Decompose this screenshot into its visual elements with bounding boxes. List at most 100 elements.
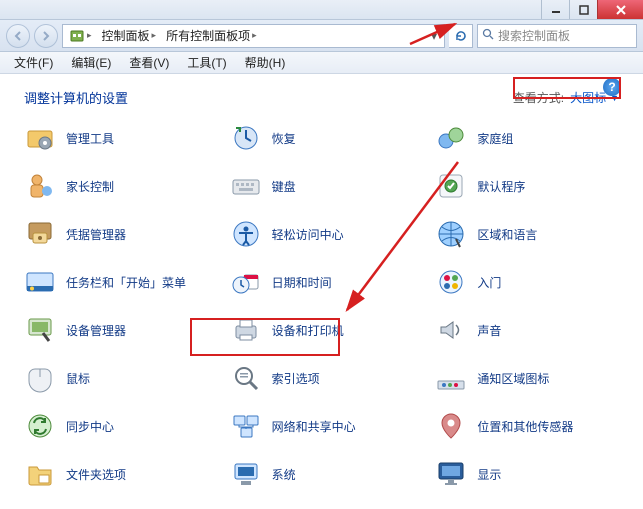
- cp-item-display[interactable]: 显示: [431, 455, 631, 493]
- cp-item-label: 管理工具: [66, 130, 114, 147]
- menu-file[interactable]: 文件(F): [6, 52, 61, 73]
- cp-item-homegroup[interactable]: 家庭组: [431, 119, 631, 157]
- cp-item-indexing[interactable]: 索引选项: [226, 359, 426, 397]
- breadcrumb-icon: ▸: [65, 28, 96, 44]
- cp-item-label: 区域和语言: [477, 226, 537, 243]
- menu-tools[interactable]: 工具(T): [179, 52, 234, 73]
- device-manager-icon: [24, 314, 56, 346]
- location-icon: [435, 410, 467, 442]
- credentials-icon: [24, 218, 56, 250]
- homegroup-icon: [435, 122, 467, 154]
- devices-printers-icon: [230, 314, 262, 346]
- cp-item-label: 声音: [477, 322, 501, 339]
- region-icon: [435, 218, 467, 250]
- content-header: 调整计算机的设置 查看方式: 大图标 ▼: [0, 74, 643, 115]
- cp-item-label: 恢复: [272, 130, 296, 147]
- cp-item-label: 位置和其他传感器: [477, 418, 573, 435]
- cp-item-sync[interactable]: 同步中心: [20, 407, 220, 445]
- cp-item-label: 凭据管理器: [66, 226, 126, 243]
- restore-icon: [230, 122, 262, 154]
- cp-item-label: 系统: [272, 466, 296, 483]
- crumb-0[interactable]: 控制面板▸: [98, 27, 161, 44]
- cp-item-label: 家庭组: [477, 130, 513, 147]
- gear-folder-icon: [24, 122, 56, 154]
- sound-icon: [435, 314, 467, 346]
- cp-item-label: 入门: [477, 274, 501, 291]
- maximize-button[interactable]: [569, 0, 597, 19]
- network-share-icon: [230, 410, 262, 442]
- cp-item-taskbar[interactable]: 任务栏和「开始」菜单: [20, 263, 220, 301]
- cp-item-datetime[interactable]: 日期和时间: [226, 263, 426, 301]
- cp-item-label: 键盘: [272, 178, 296, 195]
- parental-icon: [24, 170, 56, 202]
- crumb-1[interactable]: 所有控制面板项▸: [162, 27, 261, 44]
- search-input[interactable]: 搜索控制面板: [477, 24, 637, 48]
- refresh-button[interactable]: [449, 24, 473, 48]
- menu-view[interactable]: 查看(V): [121, 52, 177, 73]
- cp-item-label: 网络和共享中心: [272, 418, 356, 435]
- cp-item-label: 显示: [477, 466, 501, 483]
- cp-item-mouse[interactable]: 鼠标: [20, 359, 220, 397]
- cp-item-label: 通知区域图标: [477, 370, 549, 387]
- search-placeholder: 搜索控制面板: [498, 27, 570, 44]
- cp-item-devices-printers[interactable]: 设备和打印机: [226, 311, 426, 349]
- menu-edit[interactable]: 编辑(E): [63, 52, 119, 73]
- items-grid: 管理工具 恢复 家庭组家长控制 键盘 默认程序凭据管理器 轻松访问中心 区域和语言任务栏和「…: [0, 115, 643, 509]
- cp-item-region[interactable]: 区域和语言: [431, 215, 631, 253]
- cp-item-label: 任务栏和「开始」菜单: [66, 274, 186, 291]
- cp-item-label: 日期和时间: [272, 274, 332, 291]
- cp-item-parental[interactable]: 家长控制: [20, 167, 220, 205]
- ease-access-icon: [230, 218, 262, 250]
- datetime-icon: [230, 266, 262, 298]
- system-icon: [230, 458, 262, 490]
- cp-item-tray-icons[interactable]: 通知区域图标: [431, 359, 631, 397]
- cp-item-ease-access[interactable]: 轻松访问中心: [226, 215, 426, 253]
- crumb-label: 所有控制面板项: [166, 27, 250, 44]
- nav-back-button[interactable]: [6, 24, 30, 48]
- view-by-value: 大图标: [570, 89, 606, 106]
- address-bar-row: ▸ 控制面板▸ 所有控制面板项▸ ▾ 搜索控制面板: [0, 20, 643, 52]
- cp-item-restore[interactable]: 恢复: [226, 119, 426, 157]
- page-title: 调整计算机的设置: [24, 88, 128, 107]
- sync-icon: [24, 410, 56, 442]
- menu-help[interactable]: 帮助(H): [237, 52, 294, 73]
- close-button[interactable]: [597, 0, 643, 19]
- cp-item-location[interactable]: 位置和其他传感器: [431, 407, 631, 445]
- breadcrumb[interactable]: ▸ 控制面板▸ 所有控制面板项▸ ▾: [62, 24, 445, 48]
- cp-item-label: 同步中心: [66, 418, 114, 435]
- cp-item-getting-started[interactable]: 入门: [431, 263, 631, 301]
- address-dropdown-icon[interactable]: ▾: [426, 29, 442, 43]
- view-by-label: 查看方式:: [513, 89, 564, 106]
- cp-item-label: 设备和打印机: [272, 322, 344, 339]
- folder-options-icon: [24, 458, 56, 490]
- taskbar-icon: [24, 266, 56, 298]
- cp-item-troubleshoot[interactable]: 疑难解答: [431, 503, 631, 509]
- indexing-icon: [230, 362, 262, 394]
- cp-item-credentials[interactable]: 凭据管理器: [20, 215, 220, 253]
- cp-item-color[interactable]: 颜色管理: [226, 503, 426, 509]
- display-icon: [435, 458, 467, 490]
- cp-item-default-programs[interactable]: 默认程序: [431, 167, 631, 205]
- cp-item-gear-folder[interactable]: 管理工具: [20, 119, 220, 157]
- help-icon[interactable]: ?: [603, 78, 621, 96]
- cp-item-label: 鼠标: [66, 370, 90, 387]
- cp-item-label: 设备管理器: [66, 322, 126, 339]
- cp-item-sound[interactable]: 声音: [431, 311, 631, 349]
- minimize-button[interactable]: [541, 0, 569, 19]
- cp-item-device-manager[interactable]: 设备管理器: [20, 311, 220, 349]
- keyboard-icon: [230, 170, 262, 202]
- cp-item-label: 轻松访问中心: [272, 226, 344, 243]
- cp-item-system[interactable]: 系统: [226, 455, 426, 493]
- search-icon: [482, 28, 494, 43]
- mouse-icon: [24, 362, 56, 394]
- cp-item-folder-options[interactable]: 文件夹选项: [20, 455, 220, 493]
- window-titlebar: [0, 0, 643, 20]
- cp-item-label: 默认程序: [477, 178, 525, 195]
- cp-item-label: 家长控制: [66, 178, 114, 195]
- nav-forward-button[interactable]: [34, 24, 58, 48]
- cp-item-performance[interactable]: 性能信息和工具: [20, 503, 220, 509]
- getting-started-icon: [435, 266, 467, 298]
- cp-item-keyboard[interactable]: 键盘: [226, 167, 426, 205]
- cp-item-network-share[interactable]: 网络和共享中心: [226, 407, 426, 445]
- tray-icons-icon: [435, 362, 467, 394]
